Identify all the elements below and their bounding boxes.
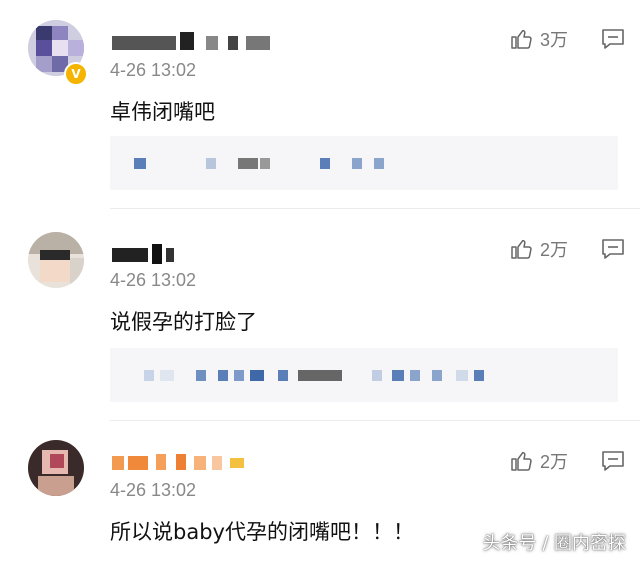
like-count: 2万	[540, 452, 569, 472]
timestamp: 4-26 13:02	[110, 60, 197, 80]
like-count: 2万	[540, 240, 569, 260]
like-button[interactable]: 3万	[510, 26, 568, 52]
reply-preview-blurred[interactable]	[110, 136, 618, 190]
comment-text: 所以说baby代孕的闭嘴吧！！！	[110, 520, 414, 544]
avatar[interactable]	[28, 440, 84, 496]
verified-badge-icon: V	[64, 62, 88, 86]
comment-bubble-icon[interactable]	[600, 26, 626, 52]
username-blurred[interactable]	[112, 452, 252, 474]
divider	[110, 420, 640, 421]
comment-bubble-icon[interactable]	[600, 448, 626, 474]
comment-text: 说假孕的打脸了	[110, 310, 257, 334]
thumbs-up-icon	[511, 239, 532, 259]
divider	[110, 208, 640, 209]
avatar[interactable]	[28, 232, 84, 288]
thumbs-up-icon	[511, 451, 532, 471]
username-blurred[interactable]	[112, 32, 272, 54]
like-count: 3万	[540, 30, 569, 50]
timestamp: 4-26 13:02	[110, 480, 197, 500]
like-button[interactable]: 2万	[510, 236, 568, 262]
comment-item: V 3万 4-26 13:02 卓伟闭嘴吧	[0, 0, 640, 210]
thumbs-up-icon	[511, 29, 532, 49]
comment-bubble-icon[interactable]	[600, 236, 626, 262]
reply-preview-blurred[interactable]	[110, 348, 618, 402]
like-button[interactable]: 2万	[510, 448, 568, 474]
comment-text: 卓伟闭嘴吧	[110, 100, 215, 124]
comment-item: 2万 4-26 13:02 说假孕的打脸了	[0, 210, 640, 421]
timestamp: 4-26 13:02	[110, 270, 197, 290]
username-blurred[interactable]	[112, 244, 182, 266]
watermark: 头条号 / 圈内密探	[482, 533, 626, 554]
